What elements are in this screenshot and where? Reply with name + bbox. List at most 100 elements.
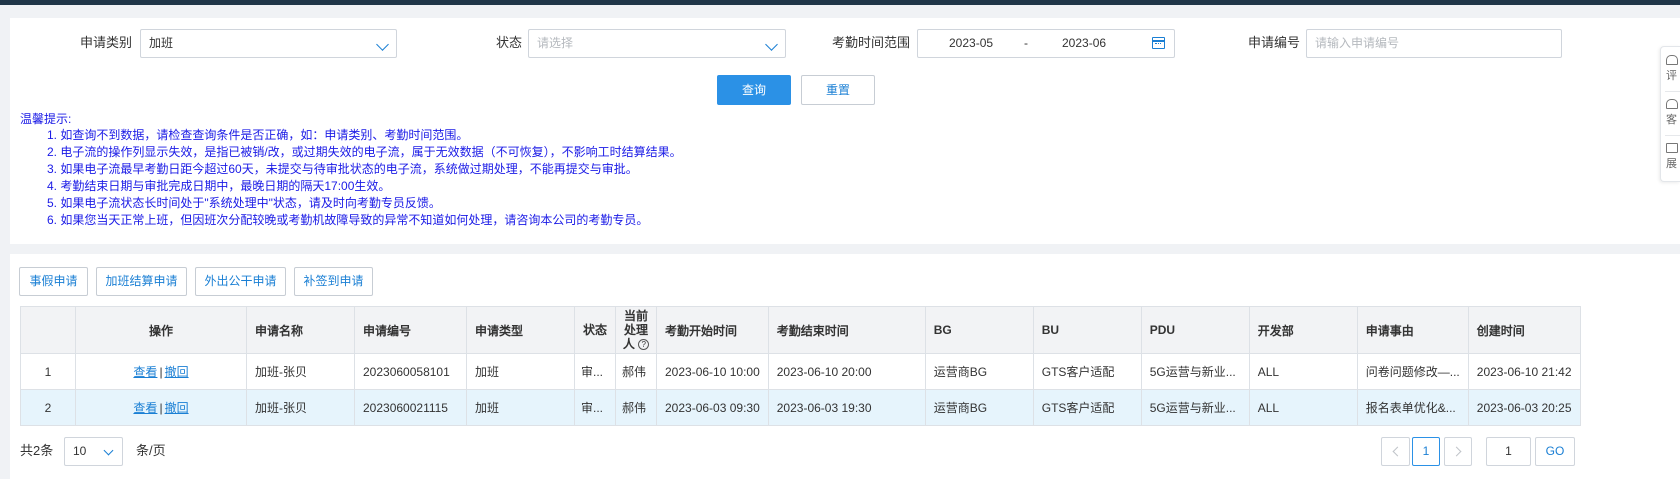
op-separator: | <box>159 365 163 379</box>
overtime-settlement-button[interactable]: 加班结算申请 <box>96 267 187 296</box>
chevron-down-icon <box>376 38 389 51</box>
col-bg[interactable]: BG <box>924 306 1034 354</box>
cell-pdu: 5G运营与新业... <box>1140 389 1250 426</box>
table-row: 1 查看 | 撤回 加班-张贝 2023060058101 加班 审... 郝伟 2… <box>20 353 1581 390</box>
cell-dept: ALL <box>1248 389 1358 426</box>
leave-request-button[interactable]: 事假申请 <box>19 267 88 296</box>
sign-in-supplement-button[interactable]: 补签到申请 <box>294 267 373 296</box>
table-header-row: 操作 申请名称 申请编号 申请类型 状态 当前处理人 ? 考勤开始时间 考勤结束… <box>20 306 1581 354</box>
view-link[interactable]: 查看 <box>133 365 157 379</box>
number-label: 申请编号 <box>1247 35 1300 50</box>
col-op: 操作 <box>75 306 247 354</box>
col-status[interactable]: 状态 <box>574 306 616 354</box>
page-size-select[interactable]: 10 <box>64 437 123 466</box>
tips-section: 温馨提示: 1. 如查询不到数据，请检查查询条件是否正确，如：申请类别、考勤时间… <box>20 111 682 229</box>
page-button-current[interactable]: 1 <box>1412 437 1440 466</box>
side-tool-expand[interactable]: 展 <box>1666 143 1680 171</box>
chevron-right-icon <box>1451 446 1462 457</box>
row-actions: 查看 | 撤回 <box>75 389 247 426</box>
type-value: 加班 <box>149 36 174 50</box>
col-type[interactable]: 申请类型 <box>466 306 575 354</box>
number-placeholder: 请输入申请编号 <box>1315 36 1400 50</box>
col-start[interactable]: 考勤开始时间 <box>656 306 769 354</box>
chevron-down-icon <box>103 445 114 456</box>
range-end: 2023-06 <box>1062 36 1107 50</box>
divider <box>1665 91 1680 92</box>
col-handler[interactable]: 当前处理人 ? <box>615 306 657 354</box>
cell-status: 审... <box>574 353 616 390</box>
range-start: 2023-05 <box>949 36 994 50</box>
table-row: 2 查看 | 撤回 加班-张贝 2023060021115 加班 审... 郝伟 2… <box>20 389 1581 426</box>
side-tool-comment[interactable]: 评 <box>1666 55 1680 83</box>
type-label: 申请类别 <box>79 35 132 50</box>
col-end[interactable]: 考勤结束时间 <box>767 306 926 354</box>
revoke-link[interactable]: 撤回 <box>165 401 189 415</box>
tip-line: 1. 如查询不到数据，请检查查询条件是否正确，如：申请类别、考勤时间范围。 <box>47 128 469 142</box>
cell-start: 2023-06-10 10:00 <box>656 353 769 390</box>
cell-reason: 问卷问题修改—... <box>1356 353 1469 390</box>
cell-pdu: 5G运营与新业... <box>1140 353 1250 390</box>
col-created[interactable]: 创建时间 <box>1467 306 1581 354</box>
col-dept[interactable]: 开发部 <box>1248 306 1358 354</box>
type-select[interactable]: 加班 <box>140 29 397 58</box>
revoke-link[interactable]: 撤回 <box>165 365 189 379</box>
cell-reason: 报名表单优化&... <box>1356 389 1469 426</box>
chevron-left-icon <box>1392 446 1402 457</box>
business-trip-button[interactable]: 外出公干申请 <box>195 267 286 296</box>
tips-title: 温馨提示: <box>20 112 72 126</box>
cell-status: 审... <box>574 389 616 426</box>
cell-number: 2023060021115 <box>354 389 467 426</box>
total-count: 共2条 <box>20 443 54 458</box>
headset-icon <box>1666 99 1678 109</box>
col-index <box>20 306 76 354</box>
cell-dept: ALL <box>1248 353 1358 390</box>
page-jump-input[interactable]: 1 <box>1486 437 1531 466</box>
col-pdu[interactable]: PDU <box>1140 306 1250 354</box>
status-select[interactable]: 请选择 <box>528 29 786 58</box>
tip-line: 5. 如果电子流状态长时间处于"系统处理中"状态，请及时向考勤专员反馈。 <box>47 196 441 210</box>
query-button[interactable]: 查询 <box>717 75 791 105</box>
tip-line: 4. 考勤结束日期与审批完成日期中，最晚日期的隔天17:00生效。 <box>47 179 391 193</box>
cell-created: 2023-06-03 20:25 <box>1467 389 1581 426</box>
date-range-picker[interactable]: 2023-05 - 2023-06 <box>917 29 1175 58</box>
cell-end: 2023-06-03 19:30 <box>767 389 926 426</box>
tip-line: 2. 电子流的操作列显示失效，是指已被销/改，或过期失效的电子流，属于无效数据（… <box>47 145 682 159</box>
side-tool-service[interactable]: 客 <box>1666 99 1680 127</box>
view-link[interactable]: 查看 <box>133 401 157 415</box>
feedback-icon <box>1666 55 1678 65</box>
status-placeholder: 请选择 <box>537 36 574 50</box>
cell-type: 加班 <box>466 353 575 390</box>
next-page-button[interactable] <box>1444 437 1472 466</box>
cell-name: 加班-张贝 <box>246 353 355 390</box>
divider <box>1665 135 1680 136</box>
col-number[interactable]: 申请编号 <box>354 306 467 354</box>
cell-bu: GTS客户适配 <box>1032 389 1142 426</box>
status-label: 状态 <box>495 35 522 50</box>
op-separator: | <box>159 401 163 415</box>
side-tool-label: 客 <box>1666 114 1677 126</box>
help-icon[interactable]: ? <box>638 339 650 351</box>
expand-icon <box>1666 143 1678 153</box>
range-separator: - <box>1024 36 1028 50</box>
row-index: 2 <box>20 389 76 426</box>
chevron-down-icon <box>765 38 778 51</box>
go-button[interactable]: GO <box>1535 437 1575 466</box>
cell-name: 加班-张贝 <box>246 389 355 426</box>
page-size-value: 10 <box>73 444 87 458</box>
col-reason[interactable]: 申请事由 <box>1356 306 1469 354</box>
cell-type: 加班 <box>466 389 575 426</box>
side-toolbar: 评 客 展 <box>1660 46 1680 182</box>
cell-end: 2023-06-10 20:00 <box>767 353 926 390</box>
prev-page-button[interactable] <box>1381 437 1410 466</box>
number-input[interactable]: 请输入申请编号 <box>1306 29 1562 58</box>
cell-number: 2023060058101 <box>354 353 467 390</box>
per-page-label: 条/页 <box>136 443 166 458</box>
top-bar <box>0 0 1680 5</box>
reset-button[interactable]: 重置 <box>801 75 875 105</box>
col-bu[interactable]: BU <box>1032 306 1142 354</box>
col-name[interactable]: 申请名称 <box>246 306 355 354</box>
cell-start: 2023-06-03 09:30 <box>656 389 769 426</box>
cell-handler: 郝伟 <box>615 353 657 390</box>
cell-bg: 运营商BG <box>924 389 1034 426</box>
results-table: 操作 申请名称 申请编号 申请类型 状态 当前处理人 ? 考勤开始时间 考勤结束… <box>20 306 1581 426</box>
